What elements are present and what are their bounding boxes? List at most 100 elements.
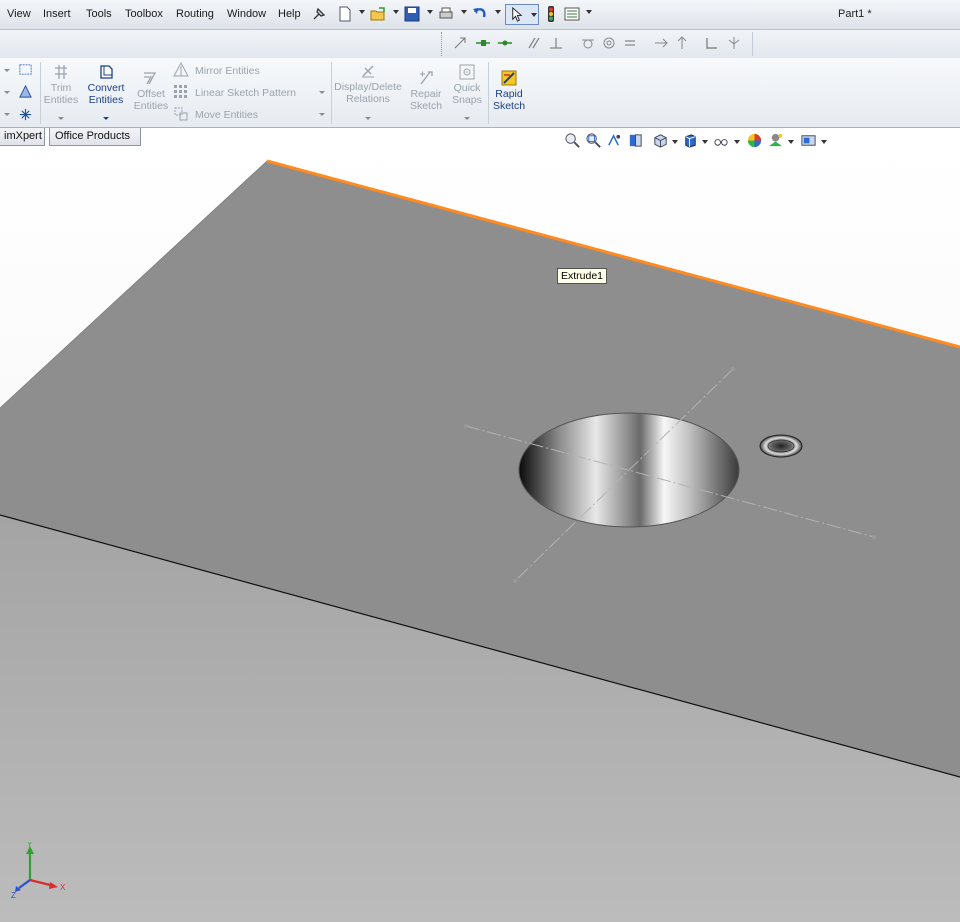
rectangle-tool-icon[interactable] (18, 62, 33, 77)
coincident-icon[interactable] (475, 35, 491, 51)
move-entities-dropdown (319, 113, 325, 116)
linear-pattern-icon (174, 85, 187, 98)
quick-snaps-dropdown (464, 117, 470, 120)
apply-scene-dropdown[interactable] (788, 140, 794, 144)
left-dropdown-1[interactable] (4, 69, 10, 72)
triad-z-label: Z (11, 891, 16, 900)
add-relation-icon[interactable] (452, 35, 468, 51)
concentric-icon[interactable] (601, 35, 617, 51)
point-tool-icon[interactable] (18, 107, 33, 122)
triad-z-axis (18, 879, 31, 889)
move-entities-button[interactable]: Move Entities (173, 106, 328, 126)
triad-y-label: Y (27, 842, 33, 849)
menu-toolbox[interactable]: Toolbox (125, 8, 163, 20)
reference-triad: Y X Z (11, 842, 66, 900)
pin-menu-icon[interactable] (310, 5, 328, 23)
quick-snaps-button[interactable]: Quick Snaps (449, 60, 485, 124)
options-dropdown[interactable] (586, 10, 592, 14)
linear-pattern-dropdown (319, 91, 325, 94)
menu-tools[interactable]: Tools (86, 8, 112, 20)
ribbon-separator (40, 62, 41, 124)
mirror-entities-button[interactable]: Mirror Entities (173, 62, 328, 82)
zoom-to-area-icon[interactable] (585, 132, 602, 149)
midpoint-icon[interactable] (497, 35, 513, 51)
zoom-to-fit-icon[interactable] (564, 132, 581, 149)
rapid-sketch-button[interactable]: Rapid Sketch (490, 60, 528, 124)
mirror-entities-icon (173, 62, 189, 77)
relations-dropdown (365, 117, 371, 120)
tab-dimxpert[interactable]: imXpert (0, 128, 45, 146)
view-orientation-icon[interactable] (652, 132, 669, 149)
new-document-icon[interactable] (336, 5, 354, 23)
new-dropdown[interactable] (359, 10, 365, 14)
view-settings-dropdown[interactable] (821, 140, 827, 144)
text-tool-icon[interactable] (18, 84, 33, 99)
undo-icon[interactable] (471, 5, 489, 23)
fix-icon[interactable] (704, 35, 720, 51)
equal-icon[interactable] (622, 35, 638, 51)
open-folder-icon[interactable] (369, 5, 387, 23)
centerline-endpoint (464, 424, 468, 428)
horizontal-icon[interactable] (653, 35, 669, 51)
section-view-icon[interactable] (627, 132, 644, 149)
left-dropdown-3[interactable] (4, 113, 10, 116)
centerline-endpoint (872, 535, 876, 539)
display-style-dropdown[interactable] (702, 140, 708, 144)
menu-insert[interactable]: Insert (43, 8, 71, 20)
triad-x-arrow (49, 882, 58, 889)
hide-show-items-icon[interactable] (713, 132, 730, 149)
repair-sketch-button[interactable]: Repair Sketch (407, 60, 445, 124)
linear-sketch-pattern-label: Linear Sketch Pattern (195, 87, 296, 99)
save-dropdown[interactable] (427, 10, 433, 14)
select-button[interactable] (505, 4, 539, 25)
menu-view[interactable]: View (7, 8, 31, 20)
feature-tooltip: Extrude1 (557, 268, 608, 284)
display-style-icon[interactable] (682, 132, 699, 149)
document-title: Part1 * (838, 8, 872, 20)
undo-dropdown[interactable] (495, 10, 501, 14)
model-view[interactable] (0, 146, 960, 922)
repair-sketch-icon (420, 71, 433, 85)
trim-entities-button[interactable]: Trim Entities (42, 60, 80, 124)
menu-help[interactable]: Help (278, 8, 301, 20)
parallel-icon[interactable] (526, 35, 542, 51)
menu-window[interactable]: Window (227, 8, 266, 20)
linear-sketch-pattern-button[interactable]: Linear Sketch Pattern (173, 84, 328, 104)
vertical-icon[interactable] (674, 35, 690, 51)
edit-appearance-icon[interactable] (746, 132, 763, 149)
display-delete-relations-label: Display/Delete Relations (334, 81, 402, 105)
print-dropdown[interactable] (461, 10, 467, 14)
print-icon[interactable] (437, 5, 455, 23)
graphics-area[interactable] (0, 146, 960, 922)
options-icon[interactable] (563, 5, 581, 23)
previous-view-icon[interactable] (606, 132, 623, 149)
offset-entities-button[interactable]: Offset Entities (131, 60, 171, 124)
quick-snaps-label: Quick Snaps (452, 82, 482, 106)
triad-x-label: X (60, 883, 66, 892)
view-orientation-dropdown[interactable] (672, 140, 678, 144)
move-entities-icon (174, 107, 188, 121)
ribbon-separator (331, 62, 332, 124)
symmetric-icon[interactable] (726, 35, 742, 51)
rapid-sketch-label: Rapid Sketch (492, 88, 526, 112)
open-dropdown[interactable] (393, 10, 399, 14)
move-entities-label: Move Entities (195, 109, 259, 121)
perpendicular-icon[interactable] (548, 35, 564, 51)
apply-scene-icon[interactable] (767, 132, 784, 149)
view-settings-icon[interactable] (800, 132, 817, 149)
display-delete-relations-button[interactable]: Display/Delete Relations (333, 60, 403, 124)
convert-dropdown (103, 117, 109, 120)
quick-snaps-icon (459, 64, 475, 80)
menu-routing[interactable]: Routing (176, 8, 214, 20)
left-dropdown-2[interactable] (4, 91, 10, 94)
tangent-icon[interactable] (580, 35, 596, 51)
small-counterbore-hole[interactable] (759, 434, 803, 458)
convert-entities-button[interactable]: Convert Entities (84, 60, 128, 124)
display-delete-relations-icon (362, 65, 374, 78)
rebuild-traffic-light-icon[interactable] (542, 5, 560, 23)
hide-show-dropdown[interactable] (734, 140, 740, 144)
mirror-entities-label: Mirror Entities (195, 65, 260, 77)
sketch-relations-toolbar (0, 30, 960, 58)
save-icon[interactable] (403, 5, 421, 23)
tab-office-products[interactable]: Office Products (49, 128, 141, 146)
